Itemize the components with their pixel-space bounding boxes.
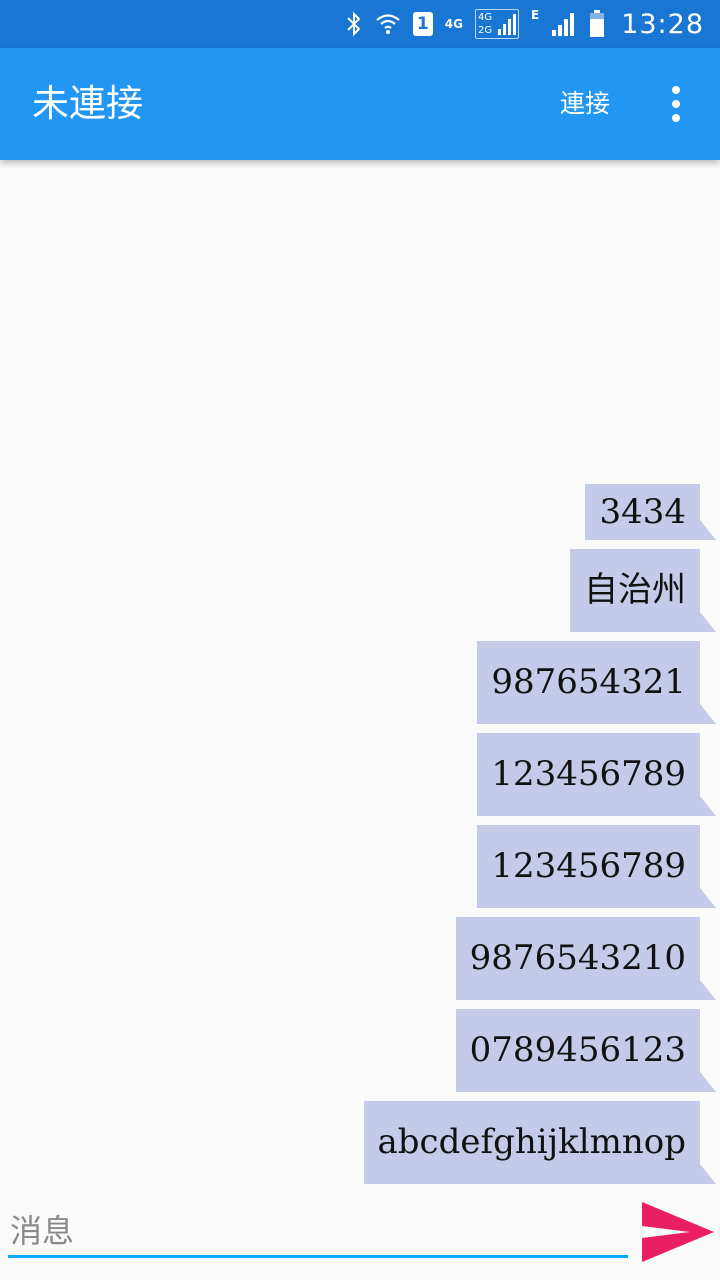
app-bar: 未連接 連接 bbox=[0, 48, 720, 160]
message-bubble: abcdefghijklmnop bbox=[363, 1101, 717, 1184]
connect-button[interactable]: 連接 bbox=[560, 86, 610, 122]
signal-bars-icon bbox=[497, 14, 516, 35]
message-list[interactable]: 3434 自治州 987654321 123456789 123456789 9… bbox=[0, 160, 720, 1192]
connection-status-title: 未連接 bbox=[32, 82, 143, 125]
message-bubble: 3434 bbox=[585, 484, 716, 540]
status-bar: 1 4G 4G 2G E 13:28 bbox=[0, 0, 720, 48]
network-type-label: 4G bbox=[444, 17, 463, 31]
send-button[interactable] bbox=[640, 1200, 716, 1264]
message-bubble: 0789456123 bbox=[455, 1009, 717, 1092]
send-icon bbox=[642, 1202, 714, 1262]
bluetooth-icon bbox=[345, 11, 363, 37]
battery-icon bbox=[589, 10, 605, 38]
dual-network-indicator: 4G 2G bbox=[474, 9, 519, 39]
sim-icon: 1 bbox=[412, 12, 433, 36]
wifi-icon bbox=[375, 11, 401, 37]
message-bubble: 123456789 bbox=[477, 825, 716, 908]
message-input[interactable] bbox=[8, 1206, 628, 1258]
message-composer bbox=[0, 1192, 720, 1280]
message-bubble: 9876543210 bbox=[455, 917, 717, 1000]
clock: 13:28 bbox=[621, 8, 704, 40]
message-bubble: 987654321 bbox=[477, 641, 716, 724]
network-type-secondary-label: E bbox=[530, 8, 540, 22]
signal-icon bbox=[551, 11, 577, 37]
more-vert-icon[interactable] bbox=[656, 80, 696, 128]
message-bubble: 自治州 bbox=[570, 549, 716, 632]
message-bubble: 123456789 bbox=[477, 733, 716, 816]
